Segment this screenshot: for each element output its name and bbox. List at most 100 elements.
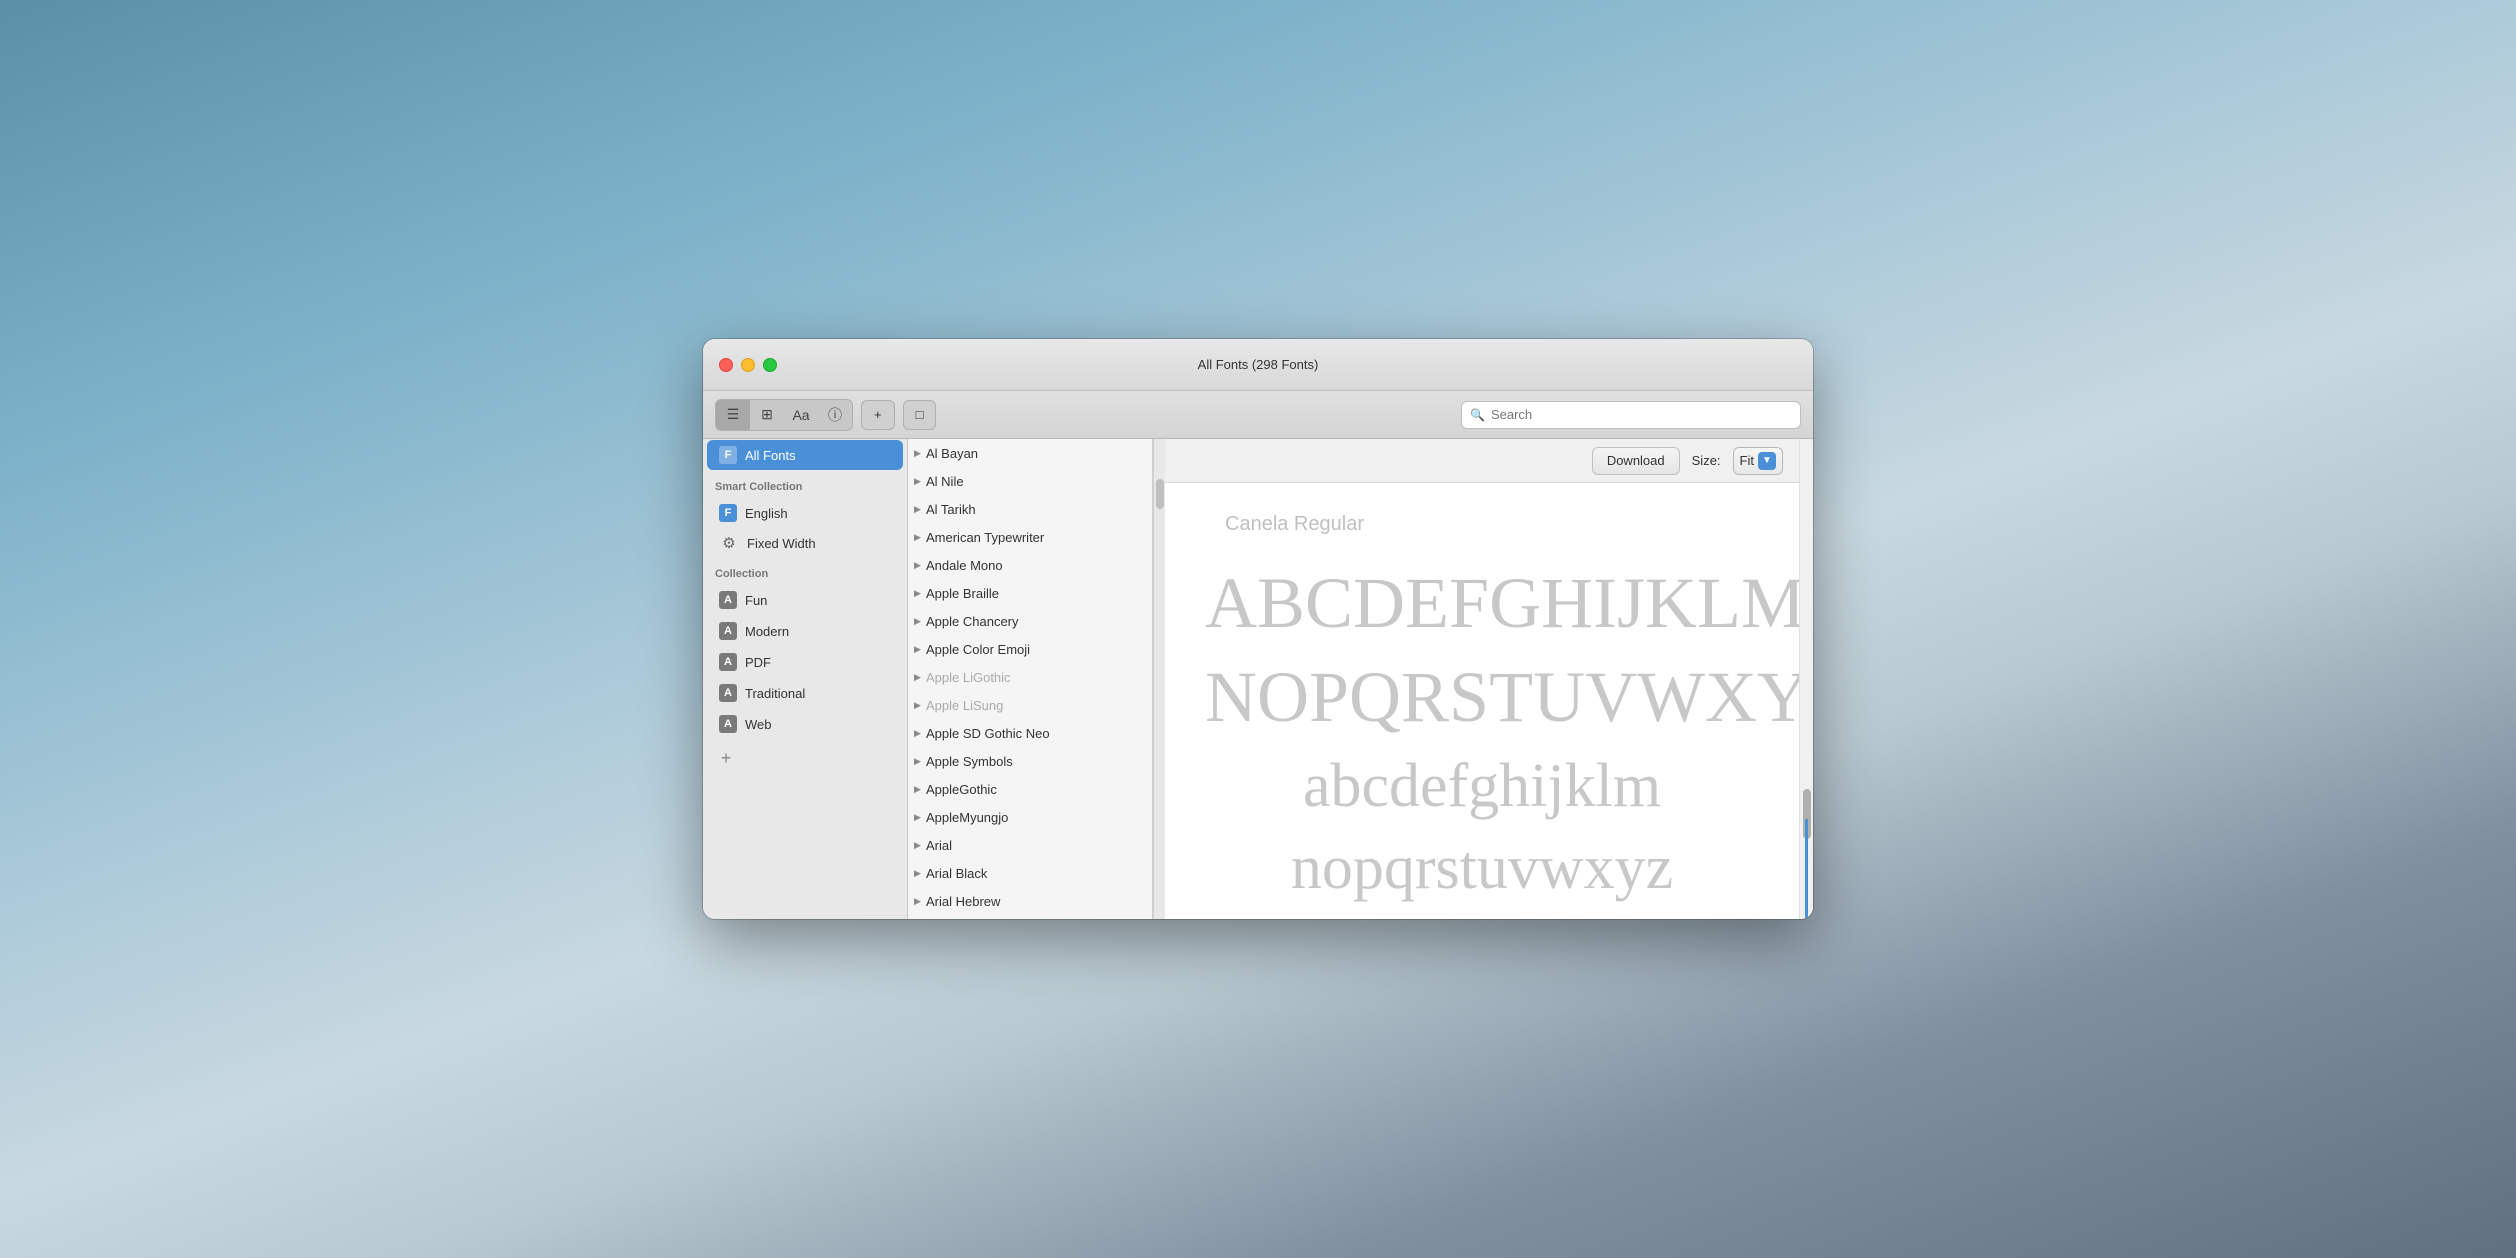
font-name-display: Canela Regular	[1225, 513, 1364, 536]
font-item-applemyungjo[interactable]: ▶ AppleMyungjo	[908, 803, 1152, 831]
size-select[interactable]: Fit ▼	[1733, 447, 1783, 475]
preview-panel: Download Size: Fit ▼ Canela Regular ABCD…	[1165, 439, 1799, 919]
web-icon: A	[719, 715, 737, 733]
font-item-label: AppleMyungjo	[926, 810, 1008, 825]
font-list-scroll-thumb	[1156, 479, 1164, 509]
fixed-width-icon: ⚙	[719, 535, 739, 551]
fun-icon: A	[719, 591, 737, 609]
main-content: F All Fonts Smart Collection F English ⚙…	[703, 439, 1813, 919]
window-button[interactable]: □	[903, 400, 937, 430]
info-button[interactable]: ⓘ	[818, 400, 852, 430]
close-button[interactable]	[719, 358, 733, 372]
preview-line-uppercase: ABCDEFGHIJKLM	[1205, 560, 1759, 646]
font-item-label: Andale Mono	[926, 558, 1003, 573]
sidebar-item-english[interactable]: F English	[707, 498, 903, 528]
font-item-arial-black[interactable]: ▶ Arial Black	[908, 859, 1152, 887]
font-item-arial[interactable]: ▶ Arial	[908, 831, 1152, 859]
font-item-label: Al Tarikh	[926, 502, 976, 517]
font-item-label: Apple Color Emoji	[926, 642, 1030, 657]
pdf-label: PDF	[745, 655, 771, 670]
list-view-button[interactable]: ☰	[716, 400, 750, 430]
font-item-al-bayan[interactable]: ▶ Al Bayan	[908, 439, 1152, 467]
size-value: Fit	[1740, 453, 1754, 468]
font-item-american-typewriter[interactable]: ▶ American Typewriter	[908, 523, 1152, 551]
font-item-apple-lisung[interactable]: ▶ Apple LiSung	[908, 691, 1152, 719]
font-item-label: Apple LiGothic	[926, 670, 1011, 685]
sidebar-item-web[interactable]: A Web	[707, 709, 903, 739]
font-item-label: American Typewriter	[926, 530, 1044, 545]
add-collection-button[interactable]: +	[715, 747, 737, 769]
size-label: Size:	[1692, 453, 1721, 468]
sidebar-item-modern[interactable]: A Modern	[707, 616, 903, 646]
smart-collection-header: Smart Collection	[703, 471, 907, 497]
font-item-label: Arial Black	[926, 866, 987, 881]
search-input[interactable]	[1491, 407, 1792, 422]
font-item-applegothic[interactable]: ▶ AppleGothic	[908, 775, 1152, 803]
toolbar: ☰ ⊞ Aa ⓘ + □ 🔍	[703, 391, 1813, 439]
size-dropdown-icon: ▼	[1758, 452, 1776, 470]
title-bar: All Fonts (298 Fonts)	[703, 339, 1813, 391]
preview-scrollbar[interactable]	[1799, 439, 1813, 919]
minimize-button[interactable]	[741, 358, 755, 372]
sidebar-item-fun[interactable]: A Fun	[707, 585, 903, 615]
main-window: All Fonts (298 Fonts) ☰ ⊞ Aa ⓘ + □ 🔍 F A…	[703, 339, 1813, 919]
preview-panel-wrapper: Download Size: Fit ▼ Canela Regular ABCD…	[1165, 439, 1813, 919]
font-item-arial-hebrew[interactable]: ▶ Arial Hebrew	[908, 887, 1152, 915]
fixed-width-label: Fixed Width	[747, 536, 816, 551]
font-item-label: Apple LiSung	[926, 698, 1003, 713]
sidebar: F All Fonts Smart Collection F English ⚙…	[703, 439, 908, 919]
modern-label: Modern	[745, 624, 789, 639]
sidebar-item-fixed-width[interactable]: ⚙ Fixed Width	[707, 529, 903, 557]
maximize-button[interactable]	[763, 358, 777, 372]
font-item-arial-hebrew-scholar[interactable]: ▶ Arial Hebrew Scholar	[908, 915, 1152, 919]
preview-line-numbers: 1234567890	[1205, 914, 1759, 919]
font-item-label: AppleGothic	[926, 782, 997, 797]
font-item-apple-color-emoji[interactable]: ▶ Apple Color Emoji	[908, 635, 1152, 663]
search-icon: 🔍	[1470, 408, 1485, 422]
grid-view-button[interactable]: ⊞	[750, 400, 784, 430]
add-font-button[interactable]: +	[861, 400, 895, 430]
sidebar-item-all-fonts[interactable]: F All Fonts	[707, 440, 903, 470]
add-font-icon: +	[874, 407, 882, 422]
pdf-icon: A	[719, 653, 737, 671]
collection-header: Collection	[703, 558, 907, 584]
all-fonts-icon: F	[719, 446, 737, 464]
sidebar-item-pdf[interactable]: A PDF	[707, 647, 903, 677]
font-item-andale-mono[interactable]: ▶ Andale Mono	[908, 551, 1152, 579]
font-item-label: Al Nile	[926, 474, 964, 489]
traffic-lights	[703, 358, 777, 372]
view-mode-group: ☰ ⊞ Aa ⓘ	[715, 399, 853, 431]
preview-toolbar: Download Size: Fit ▼	[1165, 439, 1799, 483]
search-bar[interactable]: 🔍	[1461, 401, 1801, 429]
font-item-apple-chancery[interactable]: ▶ Apple Chancery	[908, 607, 1152, 635]
font-list-scrollbar[interactable]	[1153, 439, 1165, 919]
font-item-apple-sd-gothic-neo[interactable]: ▶ Apple SD Gothic Neo	[908, 719, 1152, 747]
font-item-label: Apple Chancery	[926, 614, 1019, 629]
font-item-al-nile[interactable]: ▶ Al Nile	[908, 467, 1152, 495]
preview-text: ABCDEFGHIJKLM NOPQRSTUVWXYZ abcdefghijkl…	[1205, 560, 1759, 919]
sample-view-button[interactable]: Aa	[784, 400, 818, 430]
font-item-apple-braille[interactable]: ▶ Apple Braille	[908, 579, 1152, 607]
english-icon: F	[719, 504, 737, 522]
font-item-label: Apple Symbols	[926, 754, 1013, 769]
download-button[interactable]: Download	[1592, 447, 1680, 475]
expand-arrow: ▶	[914, 448, 921, 459]
preview-line-uppercase2: NOPQRSTUVWXYZ	[1205, 654, 1759, 740]
font-item-al-tarikh[interactable]: ▶ Al Tarikh	[908, 495, 1152, 523]
font-item-label: Apple Braille	[926, 586, 999, 601]
sidebar-item-traditional[interactable]: A Traditional	[707, 678, 903, 708]
font-list[interactable]: ▶ Al Bayan ▶ Al Nile ▶ Al Tarikh ▶ Ameri…	[908, 439, 1153, 919]
preview-line-lowercase2: nopqrstuvwxyz	[1205, 831, 1759, 905]
font-item-label: Arial Hebrew	[926, 894, 1000, 909]
font-item-apple-symbols[interactable]: ▶ Apple Symbols	[908, 747, 1152, 775]
preview-scroll-line	[1805, 819, 1808, 919]
font-item-apple-ligothic[interactable]: ▶ Apple LiGothic	[908, 663, 1152, 691]
fun-label: Fun	[745, 593, 767, 608]
traditional-icon: A	[719, 684, 737, 702]
traditional-label: Traditional	[745, 686, 805, 701]
english-label: English	[745, 506, 788, 521]
window-title: All Fonts (298 Fonts)	[1198, 357, 1319, 372]
preview-content: Canela Regular ABCDEFGHIJKLM NOPQRSTUVWX…	[1165, 483, 1799, 919]
all-fonts-label: All Fonts	[745, 448, 796, 463]
preview-line-lowercase: abcdefghijklm	[1205, 749, 1759, 823]
